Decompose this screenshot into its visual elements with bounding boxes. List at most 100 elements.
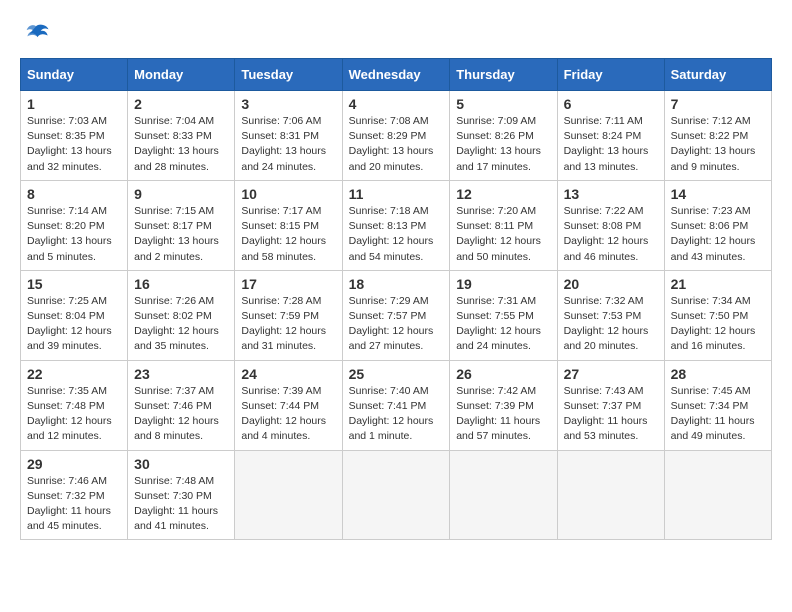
calendar-cell: 9 Sunrise: 7:15 AM Sunset: 8:17 PM Daylig… [128, 180, 235, 270]
day-number: 22 [27, 366, 121, 382]
day-info: Sunrise: 7:28 AM Sunset: 7:59 PM Dayligh… [241, 294, 335, 355]
day-info: Sunrise: 7:26 AM Sunset: 8:02 PM Dayligh… [134, 294, 228, 355]
calendar-cell: 25Sunrise: 7:40 AM Sunset: 7:41 PM Dayli… [342, 360, 450, 450]
weekday-wednesday: Wednesday [342, 59, 450, 91]
calendar-week-4: 22 Sunrise: 7:35 AM Sunset: 7:48 PM Dayli… [21, 360, 772, 450]
calendar-cell: 22 Sunrise: 7:35 AM Sunset: 7:48 PM Dayli… [21, 360, 128, 450]
day-number: 17 [241, 276, 335, 292]
calendar-cell: 1Sunrise: 7:03 AM Sunset: 8:35 PM Daylig… [21, 91, 128, 181]
day-info: Sunrise: 7:22 AM Sunset: 8:08 PM Dayligh… [564, 204, 658, 265]
day-number: 20 [564, 276, 658, 292]
day-info: Sunrise: 7:46 AM Sunset: 7:32 PM Dayligh… [27, 474, 121, 535]
calendar-cell: 11 Sunrise: 7:18 AM Sunset: 8:13 PM Dayli… [342, 180, 450, 270]
day-info: Sunrise: 7:29 AM Sunset: 7:57 PM Dayligh… [349, 294, 444, 355]
day-info: Sunrise: 7:45 AM Sunset: 7:34 PM Dayligh… [671, 384, 765, 445]
day-number: 1 [27, 96, 121, 112]
day-number: 28 [671, 366, 765, 382]
weekday-sunday: Sunday [21, 59, 128, 91]
day-info: Sunrise: 7:48 AM Sunset: 7:30 PM Dayligh… [134, 474, 228, 535]
day-info: Sunrise: 7:11 AM Sunset: 8:24 PM Dayligh… [564, 114, 658, 175]
calendar-cell: 28 Sunrise: 7:45 AM Sunset: 7:34 PM Dayli… [664, 360, 771, 450]
calendar-cell: 16 Sunrise: 7:26 AM Sunset: 8:02 PM Dayli… [128, 270, 235, 360]
calendar-cell: 6 Sunrise: 7:11 AM Sunset: 8:24 PM Daylig… [557, 91, 664, 181]
calendar-cell: 18 Sunrise: 7:29 AM Sunset: 7:57 PM Dayli… [342, 270, 450, 360]
header [20, 20, 772, 48]
day-info: Sunrise: 7:20 AM Sunset: 8:11 PM Dayligh… [456, 204, 550, 265]
day-number: 24 [241, 366, 335, 382]
day-info: Sunrise: 7:35 AM Sunset: 7:48 PM Dayligh… [27, 384, 121, 445]
day-number: 14 [671, 186, 765, 202]
day-number: 29 [27, 456, 121, 472]
calendar-cell: 2Sunrise: 7:04 AM Sunset: 8:33 PM Daylig… [128, 91, 235, 181]
weekday-thursday: Thursday [450, 59, 557, 91]
calendar-cell: 19 Sunrise: 7:31 AM Sunset: 7:55 PM Dayli… [450, 270, 557, 360]
day-number: 4 [349, 96, 444, 112]
calendar-cell: 5Sunrise: 7:09 AM Sunset: 8:26 PM Daylig… [450, 91, 557, 181]
calendar-cell: 29 Sunrise: 7:46 AM Sunset: 7:32 PM Dayli… [21, 450, 128, 540]
day-info: Sunrise: 7:34 AM Sunset: 7:50 PM Dayligh… [671, 294, 765, 355]
day-number: 16 [134, 276, 228, 292]
day-number: 2 [134, 96, 228, 112]
day-number: 25 [349, 366, 444, 382]
day-number: 23 [134, 366, 228, 382]
day-number: 26 [456, 366, 550, 382]
day-number: 8 [27, 186, 121, 202]
day-number: 12 [456, 186, 550, 202]
day-number: 15 [27, 276, 121, 292]
calendar-cell [557, 450, 664, 540]
day-info: Sunrise: 7:32 AM Sunset: 7:53 PM Dayligh… [564, 294, 658, 355]
day-info: Sunrise: 7:18 AM Sunset: 8:13 PM Dayligh… [349, 204, 444, 265]
day-number: 10 [241, 186, 335, 202]
calendar-cell: 17 Sunrise: 7:28 AM Sunset: 7:59 PM Dayli… [235, 270, 342, 360]
calendar-cell: 23 Sunrise: 7:37 AM Sunset: 7:46 PM Dayli… [128, 360, 235, 450]
weekday-tuesday: Tuesday [235, 59, 342, 91]
calendar-cell [342, 450, 450, 540]
day-number: 27 [564, 366, 658, 382]
day-info: Sunrise: 7:14 AM Sunset: 8:20 PM Dayligh… [27, 204, 121, 265]
day-number: 7 [671, 96, 765, 112]
calendar-cell [450, 450, 557, 540]
calendar-cell [664, 450, 771, 540]
day-info: Sunrise: 7:31 AM Sunset: 7:55 PM Dayligh… [456, 294, 550, 355]
calendar-cell: 8 Sunrise: 7:14 AM Sunset: 8:20 PM Daylig… [21, 180, 128, 270]
logo-bird-icon [22, 20, 50, 48]
day-info: Sunrise: 7:37 AM Sunset: 7:46 PM Dayligh… [134, 384, 228, 445]
calendar-cell: 10 Sunrise: 7:17 AM Sunset: 8:15 PM Dayli… [235, 180, 342, 270]
day-info: Sunrise: 7:42 AM Sunset: 7:39 PM Dayligh… [456, 384, 550, 445]
day-info: Sunrise: 7:39 AM Sunset: 7:44 PM Dayligh… [241, 384, 335, 445]
weekday-saturday: Saturday [664, 59, 771, 91]
day-number: 30 [134, 456, 228, 472]
day-number: 6 [564, 96, 658, 112]
weekday-monday: Monday [128, 59, 235, 91]
day-number: 19 [456, 276, 550, 292]
weekday-friday: Friday [557, 59, 664, 91]
day-number: 11 [349, 186, 444, 202]
calendar-week-2: 8 Sunrise: 7:14 AM Sunset: 8:20 PM Daylig… [21, 180, 772, 270]
day-info: Sunrise: 7:43 AM Sunset: 7:37 PM Dayligh… [564, 384, 658, 445]
calendar-week-3: 15 Sunrise: 7:25 AM Sunset: 8:04 PM Dayli… [21, 270, 772, 360]
day-number: 21 [671, 276, 765, 292]
day-info: Sunrise: 7:17 AM Sunset: 8:15 PM Dayligh… [241, 204, 335, 265]
calendar-cell: 15 Sunrise: 7:25 AM Sunset: 8:04 PM Dayli… [21, 270, 128, 360]
logo [20, 20, 50, 48]
calendar-week-5: 29 Sunrise: 7:46 AM Sunset: 7:32 PM Dayli… [21, 450, 772, 540]
day-info: Sunrise: 7:08 AM Sunset: 8:29 PM Dayligh… [349, 114, 444, 175]
calendar-cell: 26 Sunrise: 7:42 AM Sunset: 7:39 PM Dayli… [450, 360, 557, 450]
day-info: Sunrise: 7:15 AM Sunset: 8:17 PM Dayligh… [134, 204, 228, 265]
calendar-cell: 21 Sunrise: 7:34 AM Sunset: 7:50 PM Dayli… [664, 270, 771, 360]
calendar-table: SundayMondayTuesdayWednesdayThursdayFrid… [20, 58, 772, 540]
calendar-week-1: 1Sunrise: 7:03 AM Sunset: 8:35 PM Daylig… [21, 91, 772, 181]
day-number: 13 [564, 186, 658, 202]
calendar-cell: 13 Sunrise: 7:22 AM Sunset: 8:08 PM Dayli… [557, 180, 664, 270]
day-info: Sunrise: 7:09 AM Sunset: 8:26 PM Dayligh… [456, 114, 550, 175]
day-info: Sunrise: 7:25 AM Sunset: 8:04 PM Dayligh… [27, 294, 121, 355]
day-info: Sunrise: 7:06 AM Sunset: 8:31 PM Dayligh… [241, 114, 335, 175]
day-number: 9 [134, 186, 228, 202]
calendar-cell: 7Sunrise: 7:12 AM Sunset: 8:22 PM Daylig… [664, 91, 771, 181]
day-number: 18 [349, 276, 444, 292]
calendar-cell: 27 Sunrise: 7:43 AM Sunset: 7:37 PM Dayli… [557, 360, 664, 450]
weekday-header-row: SundayMondayTuesdayWednesdayThursdayFrid… [21, 59, 772, 91]
calendar-cell: 12 Sunrise: 7:20 AM Sunset: 8:11 PM Dayli… [450, 180, 557, 270]
calendar-cell: 24 Sunrise: 7:39 AM Sunset: 7:44 PM Dayli… [235, 360, 342, 450]
calendar-cell: 4 Sunrise: 7:08 AM Sunset: 8:29 PM Daylig… [342, 91, 450, 181]
